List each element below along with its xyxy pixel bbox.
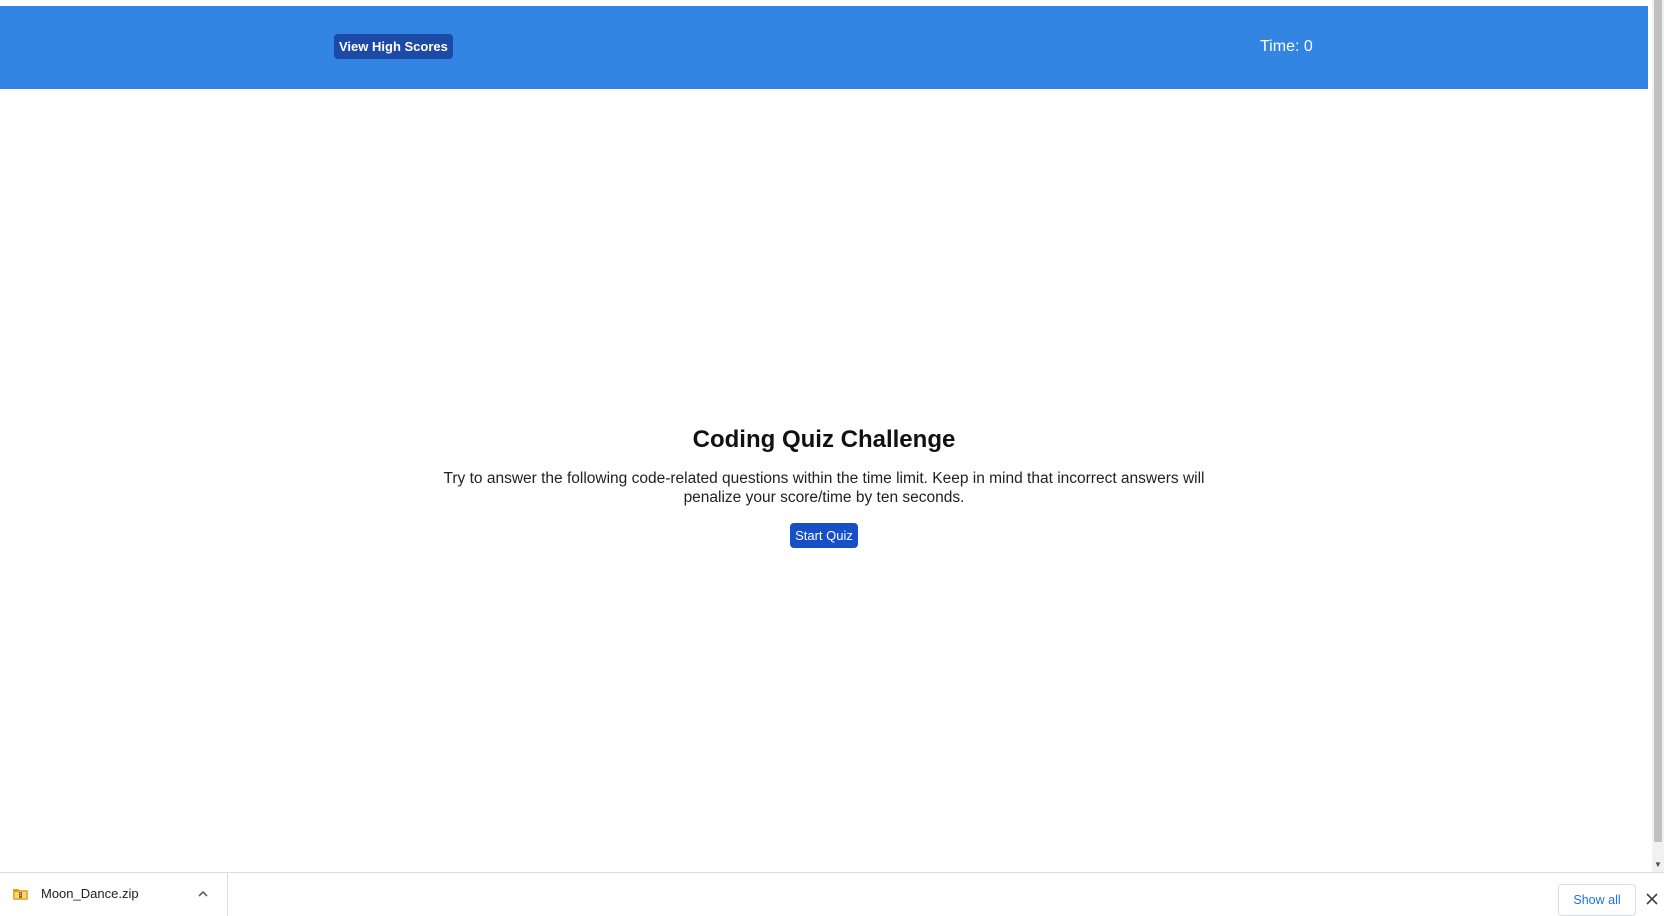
- page-title: Coding Quiz Challenge: [692, 426, 956, 453]
- show-all-downloads-button[interactable]: Show all: [1558, 884, 1636, 916]
- download-shelf: Moon_Dance.zip Show all: [0, 872, 1664, 916]
- vertical-scrollbar[interactable]: ▼: [1652, 0, 1664, 872]
- download-item[interactable]: Moon_Dance.zip: [0, 873, 228, 916]
- chevron-up-icon[interactable]: [196, 887, 210, 901]
- timer-display: Time: 0: [1260, 38, 1313, 55]
- download-file-name: Moon_Dance.zip: [41, 886, 139, 901]
- close-icon[interactable]: [1645, 892, 1659, 906]
- zip-folder-icon: [13, 889, 28, 900]
- start-quiz-button[interactable]: Start Quiz: [790, 523, 858, 548]
- view-high-scores-button[interactable]: View High Scores: [334, 34, 453, 59]
- quiz-intro: Coding Quiz Challenge Try to answer the …: [0, 425, 1648, 548]
- scroll-down-arrow-icon[interactable]: ▼: [1654, 860, 1662, 870]
- page-viewport: View High Scores Time: 0 Coding Quiz Cha…: [0, 0, 1652, 872]
- quiz-description: Try to answer the following code-related…: [443, 470, 1205, 506]
- browser-window: View High Scores Time: 0 Coding Quiz Cha…: [0, 0, 1664, 916]
- scrollbar-thumb[interactable]: [1654, 0, 1662, 842]
- quiz-header: View High Scores Time: 0: [0, 6, 1648, 89]
